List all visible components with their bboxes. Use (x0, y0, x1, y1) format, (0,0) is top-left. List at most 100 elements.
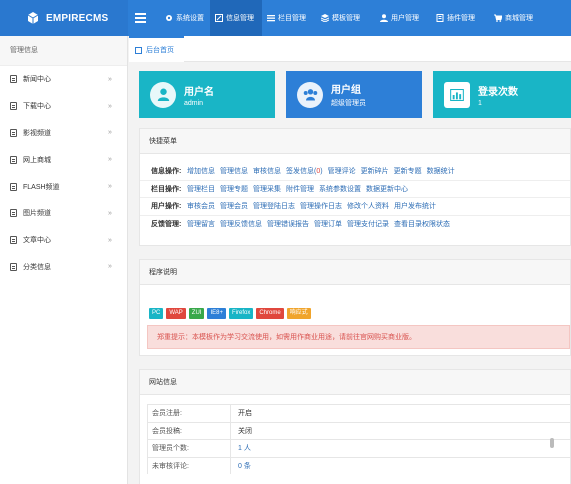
link-sign-info[interactable]: 签发信息(0) (286, 166, 323, 176)
link-dir-permissions[interactable]: 查看目录权限状态 (394, 219, 450, 229)
program-panel: 程序说明 PC WAP ZUI IE8+ Firefox Chrome 响应式 … (139, 259, 571, 356)
link-manage-topics[interactable]: 管理专题 (220, 184, 248, 194)
link-data-update-center[interactable]: 数据更新中心 (366, 184, 408, 194)
site-info-panel: 网站信息 会员注册: 开启 会员投稿: 关闭 管理员个数: 1 人 未审核评论: 0 条 (139, 369, 571, 484)
card-value: 超级管理员 (331, 100, 366, 107)
gear-icon (165, 14, 173, 22)
link-manage-members[interactable]: 管理会员 (220, 201, 248, 211)
badge-responsive: 响应式 (286, 308, 311, 319)
sidebar-item-label: 文章中心 (23, 237, 51, 245)
sidebar-item-video[interactable]: 影视频道 » (0, 120, 127, 147)
top-bar: EMPIRECMS 系统设置 信息管理 栏目管理 模板管理 用户管理 插件管理 … (0, 0, 571, 36)
nav-template-management[interactable]: 模板管理 (316, 0, 375, 36)
sidebar-item-label: 影视频道 (23, 129, 51, 137)
link-update-topics[interactable]: 更新专题 (394, 166, 422, 176)
group-icon (297, 81, 323, 108)
window-icon (135, 46, 142, 54)
badge-chrome: Chrome (256, 308, 284, 319)
link-edit-profile[interactable]: 修改个人资料 (347, 201, 389, 211)
document-icon (10, 209, 17, 218)
link-review-info[interactable]: 审核信息 (253, 166, 281, 176)
link-operation-log[interactable]: 管理操作日志 (300, 201, 342, 211)
quick-row-info: 信息操作: 增加信息 管理信息 审核信息 签发信息(0) 管理评论 更新碎片 更… (140, 163, 570, 181)
document-icon (10, 236, 17, 245)
info-row: 会员注册: 开启 (147, 404, 570, 422)
double-chevron-right-icon: » (108, 102, 112, 110)
link-attachments[interactable]: 附件管理 (286, 184, 314, 194)
row-label: 用户操作: (151, 203, 182, 211)
info-key: 会员投稿: (148, 422, 231, 439)
link-manage-info[interactable]: 管理信息 (220, 166, 248, 176)
quick-row-column: 栏目操作: 管理栏目 管理专题 管理采集 附件管理 系统参数设置 数据更新中心 (140, 181, 570, 198)
link-add-info[interactable]: 增加信息 (187, 166, 215, 176)
nav-mall-management[interactable]: 商城管理 (489, 0, 545, 36)
info-value: 关闭 (238, 427, 252, 435)
card-title: 登录次数 (478, 86, 518, 98)
badge-pc: PC (149, 308, 164, 319)
link-manage-feedback[interactable]: 管理反馈信息 (220, 219, 262, 229)
sign-count: 0 (316, 168, 321, 176)
document-icon (10, 102, 17, 111)
info-value: 开启 (238, 410, 252, 418)
link-payment-records[interactable]: 管理支付记录 (347, 219, 389, 229)
sidebar-item-label: 新闻中心 (23, 76, 51, 84)
card-value: 1 (478, 99, 482, 107)
info-key: 未审核评论: (148, 457, 231, 474)
user-icon (150, 81, 176, 108)
double-chevron-right-icon: » (108, 209, 112, 217)
tab-bar: 后台首页 (129, 36, 571, 62)
scrollbar-thumb[interactable] (550, 438, 554, 448)
nav-label: 信息管理 (226, 15, 254, 22)
nav-column-management[interactable]: 栏目管理 (262, 0, 316, 36)
tab-home[interactable]: 后台首页 (129, 36, 184, 62)
double-chevron-right-icon: » (108, 183, 112, 191)
double-chevron-right-icon: » (108, 75, 112, 83)
link-error-reports[interactable]: 管理错误报告 (267, 219, 309, 229)
link-manage-comments[interactable]: 管理评论 (328, 166, 356, 176)
document-icon (10, 182, 17, 191)
sidebar-item-label: 网上商城 (23, 156, 51, 164)
link-manage-messages[interactable]: 管理留言 (187, 219, 215, 229)
card-username: 用户名 admin (139, 71, 275, 118)
sidebar-item-pictures[interactable]: 图片频道 » (0, 200, 127, 227)
link-system-params[interactable]: 系统参数设置 (319, 184, 361, 194)
badge-wap: WAP (166, 308, 186, 319)
link-update-fragments[interactable]: 更新碎片 (361, 166, 389, 176)
link-data-stats[interactable]: 数据统计 (427, 166, 455, 176)
double-chevron-right-icon: » (108, 236, 112, 244)
link-user-post-stats[interactable]: 用户发布统计 (394, 201, 436, 211)
nav-label: 用户管理 (391, 15, 419, 22)
card-login-count: 登录次数 1 (433, 71, 571, 118)
info-key: 会员注册: (148, 405, 231, 422)
link-review-members[interactable]: 审核会员 (187, 201, 215, 211)
menu-toggle-icon[interactable] (135, 11, 146, 25)
sidebar-item-news[interactable]: 新闻中心 » (0, 66, 127, 93)
quick-row-feedback: 反馈管理: 管理留言 管理反馈信息 管理错误报告 管理订单 管理支付记录 查看目… (140, 216, 570, 234)
nav-system-settings[interactable]: 系统设置 (160, 0, 210, 36)
nav-user-management[interactable]: 用户管理 (375, 0, 431, 36)
nav-label: 系统设置 (176, 15, 204, 22)
sidebar-item-label: 下载中心 (23, 103, 51, 111)
sidebar-item-articles[interactable]: 文章中心 » (0, 227, 127, 254)
double-chevron-right-icon: » (108, 129, 112, 137)
info-row: 会员投稿: 关闭 (147, 421, 570, 439)
link-manage-collection[interactable]: 管理采集 (253, 184, 281, 194)
badge-list: PC WAP ZUI IE8+ Firefox Chrome 响应式 (140, 308, 570, 319)
sidebar-item-classifieds[interactable]: 分类信息 » (0, 254, 127, 281)
document-icon (10, 75, 17, 84)
link-manage-columns[interactable]: 管理栏目 (187, 184, 215, 194)
cube-icon (27, 12, 39, 24)
sidebar-item-download[interactable]: 下载中心 » (0, 93, 127, 120)
nav-label: 模板管理 (332, 15, 360, 22)
badge-zui: ZUI (188, 308, 205, 319)
card-usergroup: 用户组 超级管理员 (286, 71, 422, 118)
sidebar-item-shop[interactable]: 网上商城 » (0, 146, 127, 173)
link-manage-orders[interactable]: 管理订单 (314, 219, 342, 229)
nav-plugin-management[interactable]: 插件管理 (431, 0, 489, 36)
nav-info-management[interactable]: 信息管理 (210, 0, 262, 36)
link-login-log[interactable]: 管理登陆日志 (253, 201, 295, 211)
badge-ie8: IE8+ (207, 308, 226, 319)
sidebar-item-flash[interactable]: FLASH频道 » (0, 173, 127, 200)
info-key: 管理员个数: (148, 440, 231, 457)
logo[interactable]: EMPIRECMS (0, 0, 128, 36)
